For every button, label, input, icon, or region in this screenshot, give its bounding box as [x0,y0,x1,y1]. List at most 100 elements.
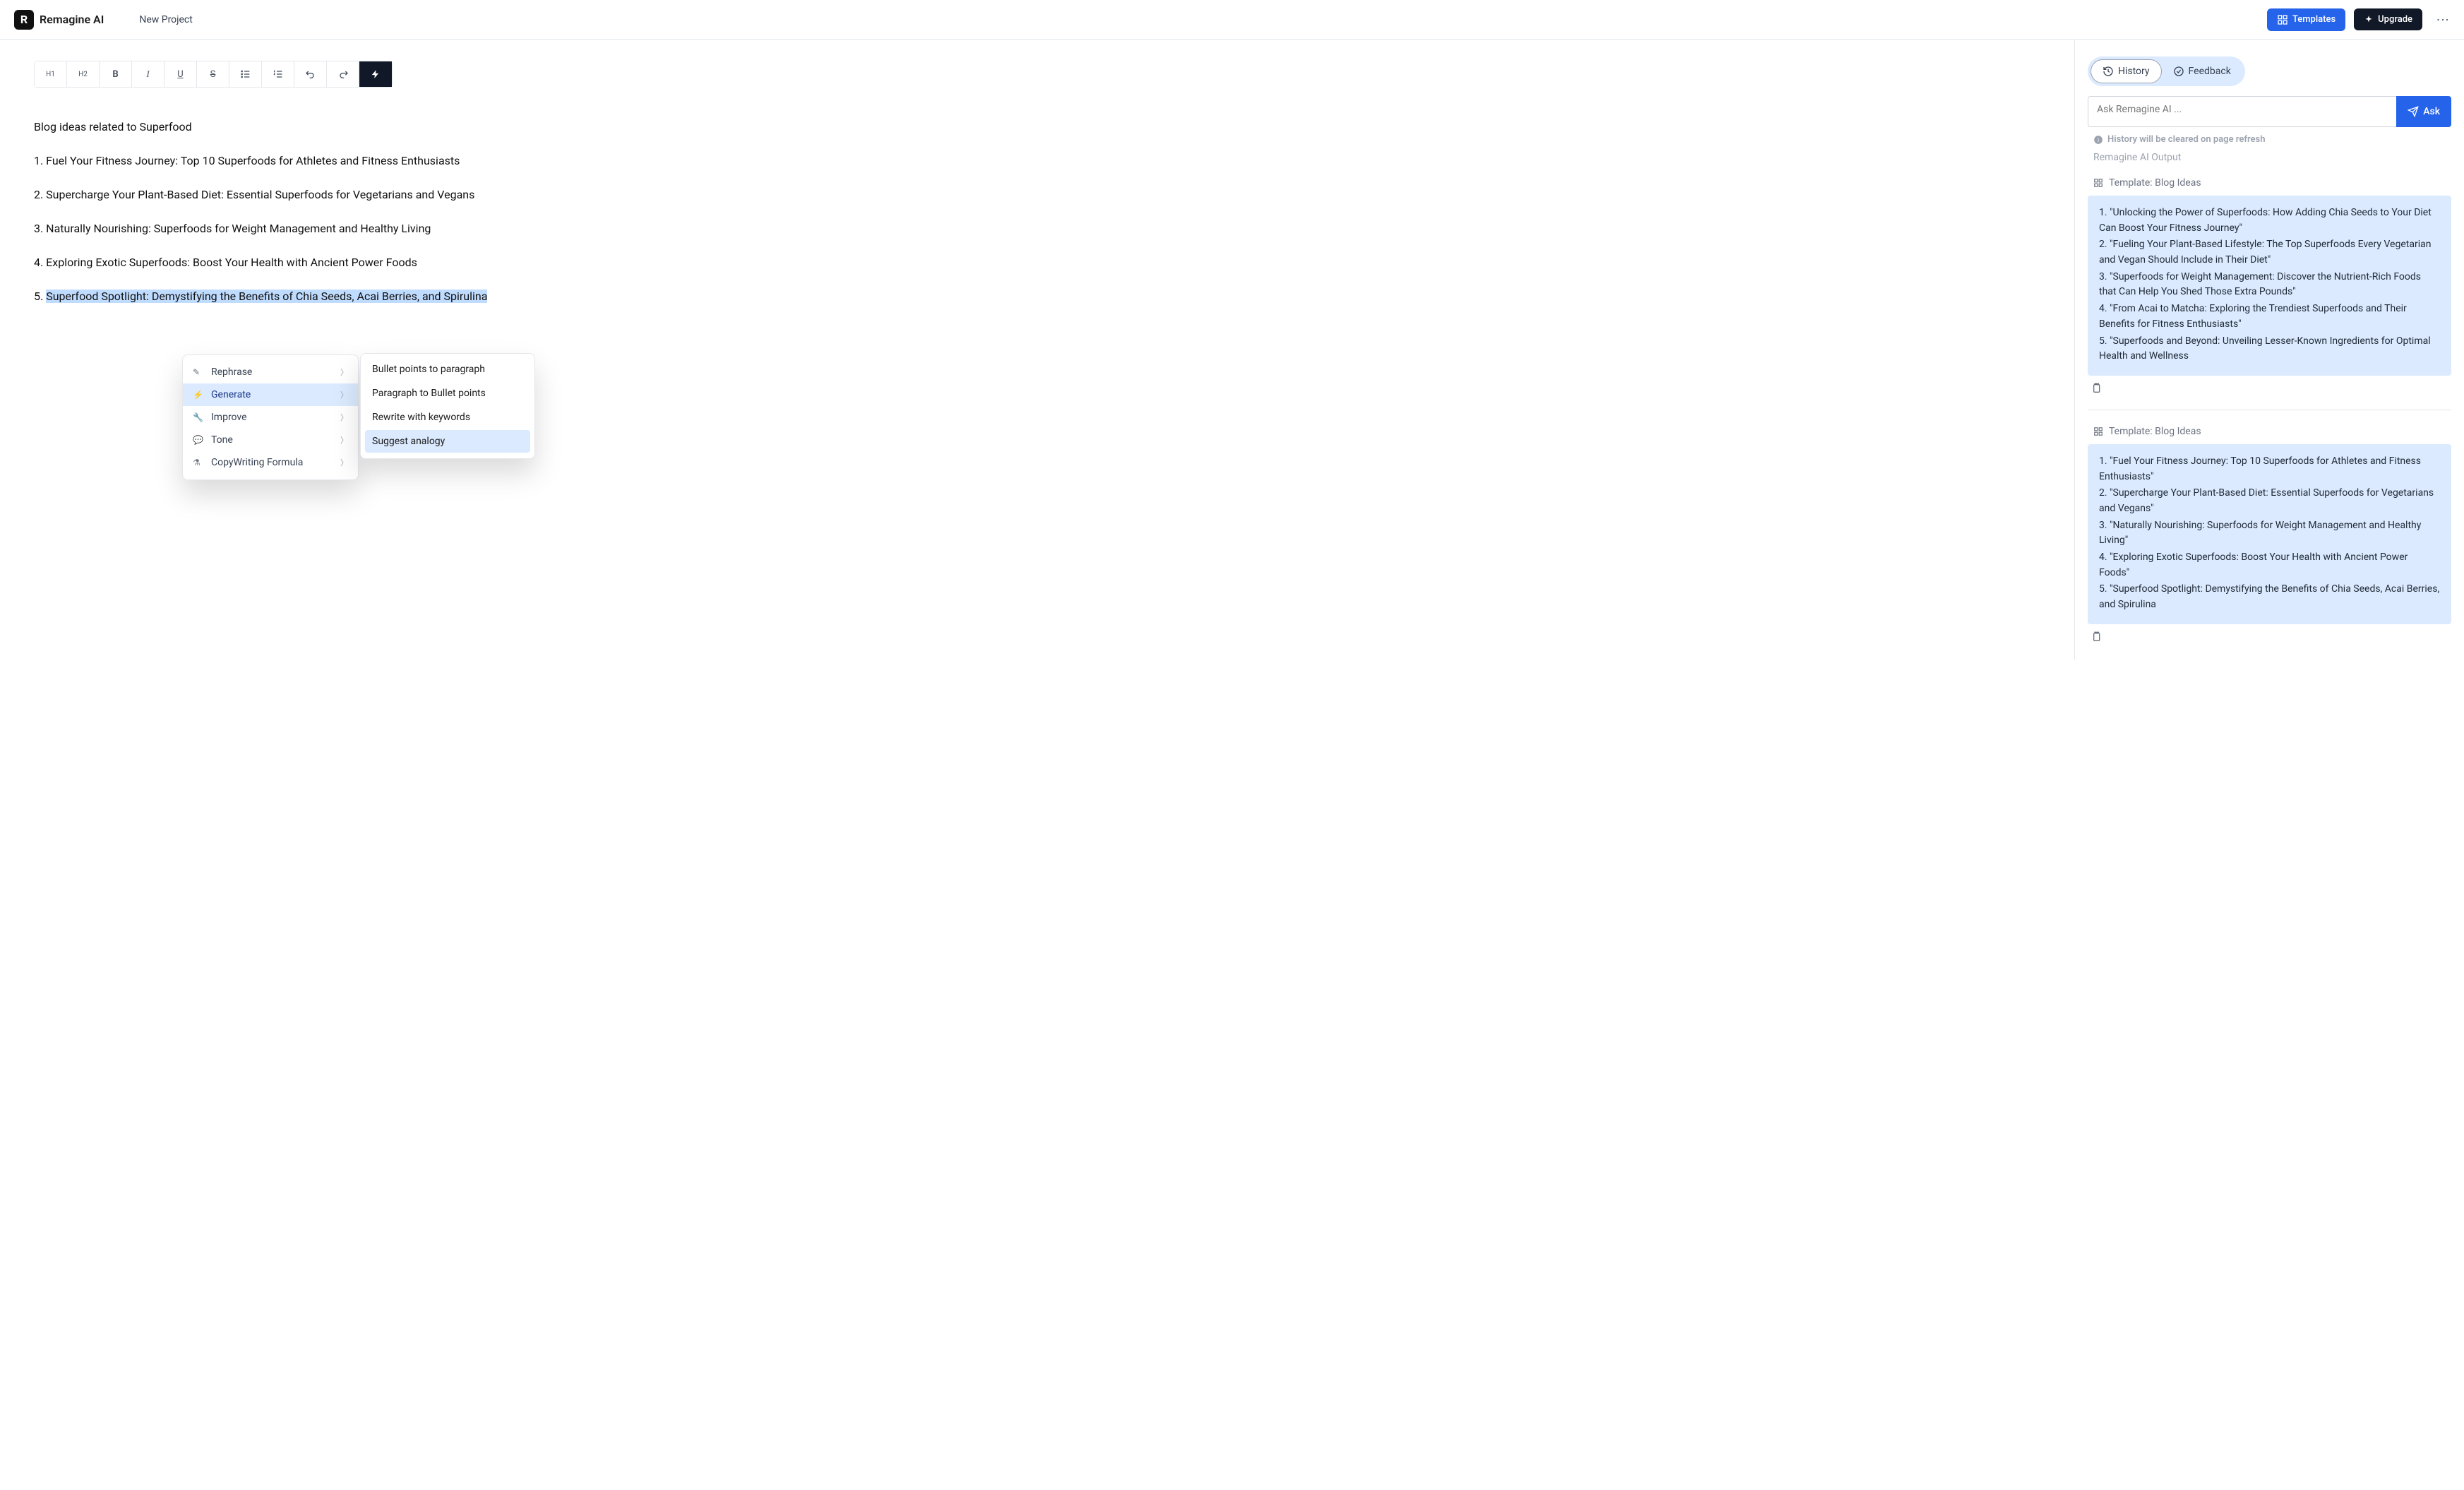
chevron-right-icon: 〉 [340,412,348,423]
card-line: 2. "Fueling Your Plant-Based Lifestyle: … [2099,237,2440,268]
bullet-list-icon [240,68,251,80]
redo-icon [337,68,349,80]
card-header: Template: Blog Ideas [2088,426,2451,437]
chevron-right-icon: 〉 [340,389,348,400]
grid-icon [2093,178,2103,188]
italic-button[interactable]: I [132,61,165,87]
tab-label: History [2118,66,2150,77]
pencil-icon: ✎ [193,367,204,377]
card-body[interactable]: 1. "Fuel Your Fitness Journey: Top 10 Su… [2088,444,2451,624]
doc-item: 1. Fuel Your Fitness Journey: Top 10 Sup… [34,153,641,169]
card-line: 4. "From Acai to Matcha: Exploring the T… [2099,302,2440,332]
sub-item-paragraph-to-bullets[interactable]: Paragraph to Bullet points [365,382,530,405]
card-line: 2. "Supercharge Your Plant-Based Diet: E… [2099,486,2440,516]
svg-text:i: i [2098,136,2099,143]
doc-item: 3. Naturally Nourishing: Superfoods for … [34,220,641,237]
output-label: Remagine AI Output [2088,146,2451,169]
tab-history[interactable]: History [2091,59,2162,83]
sub-item-suggest-analogy[interactable]: Suggest analogy [365,430,530,453]
lightning-icon [371,69,381,79]
underline-button[interactable]: U [165,61,197,87]
menu-item-improve[interactable]: 🔧 Improve 〉 [183,406,358,429]
undo-button[interactable] [294,61,327,87]
bold-button[interactable]: B [100,61,132,87]
sub-item-rewrite-keywords[interactable]: Rewrite with keywords [365,406,530,429]
menu-label: Generate [211,389,251,400]
sparkle-icon [2364,15,2374,25]
history-icon [2103,66,2114,77]
card-line: 1. "Fuel Your Fitness Journey: Top 10 Su… [2099,454,2440,484]
context-submenu: Bullet points to paragraph Paragraph to … [360,353,535,459]
check-circle-icon [2173,66,2184,77]
grid-icon [2093,427,2103,436]
wrench-icon: 🔧 [193,412,204,422]
kebab-menu-icon[interactable]: ⋮ [2435,13,2450,26]
menu-item-rephrase[interactable]: ✎ Rephrase 〉 [183,361,358,383]
numbered-list-icon [273,68,284,80]
sidebar-tabs: History Feedback [2088,56,2451,86]
editor-toolbar: H1 H2 B I U S [34,61,393,88]
card-line: 3. "Naturally Nourishing: Superfoods for… [2099,518,2440,549]
selection: Superfood Spotlight: Demystifying the Be… [46,290,487,303]
templates-button[interactable]: Templates [2267,8,2345,31]
menu-item-generate[interactable]: ⚡ Generate 〉 [183,383,358,406]
lightning-icon: ⚡ [193,390,204,400]
ai-button[interactable] [359,61,392,87]
send-icon [2408,106,2419,117]
card-line: 5. "Superfoods and Beyond: Unveiling Les… [2099,334,2440,364]
chevron-right-icon: 〉 [340,366,348,378]
doc-item: 2. Supercharge Your Plant-Based Diet: Es… [34,186,641,203]
document-body[interactable]: Blog ideas related to Superfood 1. Fuel … [34,119,641,305]
numbered-list-button[interactable] [262,61,294,87]
output-card: Template: Blog Ideas 1. "Fuel Your Fitne… [2088,426,2451,643]
logo-icon: R [14,10,34,30]
clipboard-icon[interactable] [2091,631,2102,643]
chevron-right-icon: 〉 [340,457,348,468]
context-menu: ✎ Rephrase 〉 ⚡ Generate 〉 🔧 Improve 〉 💬 … [182,354,359,480]
card-line: 1. "Unlocking the Power of Superfoods: H… [2099,205,2440,236]
chat-icon: 💬 [193,435,204,445]
menu-label: Improve [211,412,247,423]
app-header: R Remagine AI New Project Templates Upgr… [0,0,2464,40]
logo-text: Remagine AI [40,13,104,26]
h2-button[interactable]: H2 [67,61,100,87]
menu-label: CopyWriting Formula [211,457,303,468]
menu-item-copywriting[interactable]: ⚗ CopyWriting Formula 〉 [183,451,358,474]
sidebar-column: History Feedback Ask i History will be c… [2074,40,2464,660]
output-card: Template: Blog Ideas 1. "Unlocking the P… [2088,177,2451,394]
tab-label: Feedback [2189,66,2231,77]
upgrade-label: Upgrade [2378,14,2412,25]
redo-button[interactable] [327,61,359,87]
doc-item: 4. Exploring Exotic Superfoods: Boost Yo… [34,254,641,271]
project-title[interactable]: New Project [139,14,193,25]
ask-row: Ask [2088,96,2451,127]
upgrade-button[interactable]: Upgrade [2354,8,2422,30]
card-body[interactable]: 1. "Unlocking the Power of Superfoods: H… [2088,196,2451,376]
logo[interactable]: R Remagine AI [14,10,104,30]
grid-icon [2277,14,2288,25]
menu-item-tone[interactable]: 💬 Tone 〉 [183,429,358,451]
card-line: 5. "Superfood Spotlight: Demystifying th… [2099,582,2440,612]
ask-button[interactable]: Ask [2396,96,2451,127]
info-icon: i [2093,135,2103,145]
clipboard-icon[interactable] [2091,383,2102,394]
menu-label: Rephrase [211,366,252,378]
bullet-list-button[interactable] [229,61,262,87]
ask-label: Ask [2423,106,2440,117]
editor-column: H1 H2 B I U S Blog ideas related to Su [0,40,2074,660]
doc-item-selected: 5. Superfood Spotlight: Demystifying the… [34,288,641,305]
card-line: 3. "Superfoods for Weight Management: Di… [2099,270,2440,300]
h1-button[interactable]: H1 [35,61,67,87]
strikethrough-button[interactable]: S [197,61,229,87]
tab-feedback[interactable]: Feedback [2162,59,2242,83]
ask-input[interactable] [2088,96,2396,127]
templates-label: Templates [2292,14,2336,25]
card-template-label: Template: Blog Ideas [2109,177,2201,189]
menu-label: Tone [211,434,233,446]
chevron-right-icon: 〉 [340,434,348,446]
history-note: i History will be cleared on page refres… [2088,134,2451,145]
card-header: Template: Blog Ideas [2088,177,2451,189]
sub-item-bullets-to-paragraph[interactable]: Bullet points to paragraph [365,358,530,381]
card-template-label: Template: Blog Ideas [2109,426,2201,437]
flask-icon: ⚗ [193,458,204,467]
